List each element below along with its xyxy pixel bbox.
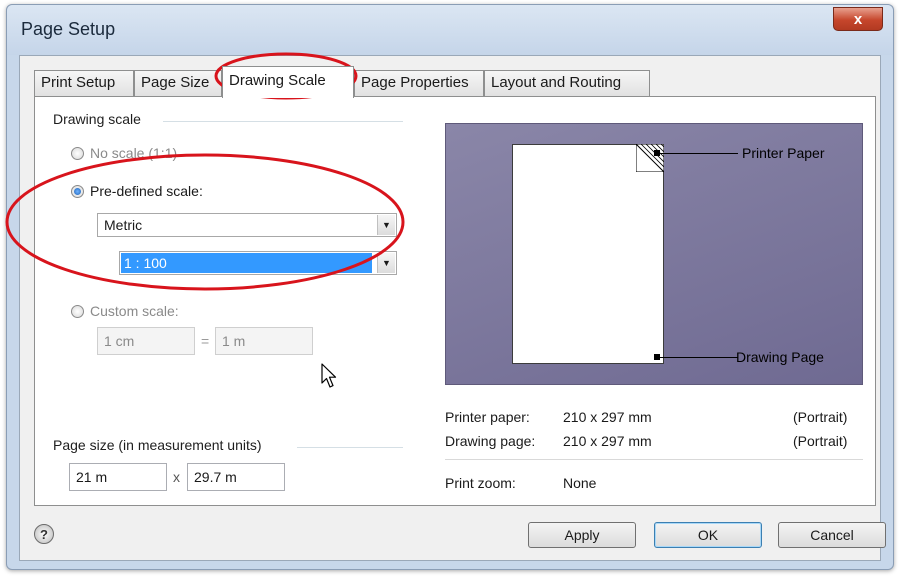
tab-page-size[interactable]: Page Size bbox=[134, 70, 222, 96]
custom-scale-drawing-field[interactable]: 1 m bbox=[215, 327, 313, 355]
custom-scale-page-field[interactable]: 1 cm bbox=[97, 327, 195, 355]
custom-scale-radio[interactable]: Custom scale: bbox=[71, 303, 179, 319]
printer-paper-leader bbox=[660, 153, 738, 154]
close-button[interactable]: x bbox=[833, 7, 883, 31]
printer-paper-orientation: (Portrait) bbox=[793, 409, 848, 425]
page-setup-dialog: Page Setup x Print Setup Page Size Drawi… bbox=[6, 4, 894, 570]
tab-page-properties[interactable]: Page Properties bbox=[354, 70, 484, 96]
drawing-page-value: 210 x 297 mm bbox=[563, 433, 652, 449]
apply-button[interactable]: Apply bbox=[528, 522, 636, 548]
window-title: Page Setup bbox=[21, 19, 116, 39]
page-preview: Printer Paper Drawing Page bbox=[445, 123, 863, 385]
drawing-page-shape bbox=[512, 144, 664, 364]
tab-print-setup[interactable]: Print Setup bbox=[34, 70, 134, 96]
page-height-field[interactable]: 29.7 m bbox=[187, 463, 285, 491]
print-zoom-value: None bbox=[563, 475, 597, 491]
print-zoom-label: Print zoom: bbox=[445, 475, 516, 491]
title-bar: Page Setup x bbox=[7, 5, 893, 55]
help-icon[interactable]: ? bbox=[34, 524, 54, 544]
drawing-scale-group-label: Drawing scale bbox=[53, 111, 141, 127]
dropdown-arrow-icon[interactable]: ▼ bbox=[377, 215, 395, 235]
measurement-system-value: Metric bbox=[104, 217, 143, 233]
group-divider bbox=[163, 121, 403, 122]
tab-layout-and-routing[interactable]: Layout and Routing bbox=[484, 70, 650, 96]
printer-paper-callout: Printer Paper bbox=[742, 145, 825, 161]
group-divider bbox=[297, 447, 403, 448]
drawing-page-callout: Drawing Page bbox=[736, 349, 824, 365]
predefined-scale-label: Pre-defined scale: bbox=[90, 183, 203, 199]
page-size-group-label: Page size (in measurement units) bbox=[53, 437, 262, 453]
dropdown-arrow-icon[interactable]: ▼ bbox=[377, 253, 395, 273]
printer-paper-corner bbox=[636, 144, 664, 172]
mouse-cursor-icon bbox=[321, 363, 337, 388]
info-divider bbox=[445, 459, 863, 460]
no-scale-radio[interactable]: No scale (1:1) bbox=[71, 145, 177, 161]
printer-paper-value: 210 x 297 mm bbox=[563, 409, 652, 425]
times-sign: x bbox=[173, 469, 180, 485]
radio-icon bbox=[71, 304, 84, 318]
dialog-body: Print Setup Page Size Drawing Scale Page… bbox=[19, 55, 886, 561]
no-scale-label: No scale (1:1) bbox=[90, 145, 178, 161]
page-width-field[interactable]: 21 m bbox=[69, 463, 167, 491]
radio-icon bbox=[71, 184, 84, 198]
tab-drawing-scale[interactable]: Drawing Scale bbox=[222, 66, 354, 98]
radio-icon bbox=[71, 146, 84, 160]
cancel-button[interactable]: Cancel bbox=[778, 522, 886, 548]
drawing-page-orientation: (Portrait) bbox=[793, 433, 848, 449]
scale-ratio-select[interactable]: 1 : 100 ▼ bbox=[119, 251, 397, 275]
drawing-page-label: Drawing page: bbox=[445, 433, 536, 449]
custom-scale-label: Custom scale: bbox=[90, 303, 179, 319]
printer-paper-label: Printer paper: bbox=[445, 409, 530, 425]
close-icon: x bbox=[853, 10, 863, 28]
equals-sign: = bbox=[201, 333, 210, 349]
drawing-scale-panel: Drawing scale No scale (1:1) Pre-defined… bbox=[34, 96, 876, 506]
scale-ratio-value: 1 : 100 bbox=[121, 253, 372, 273]
drawing-page-leader bbox=[660, 357, 738, 358]
predefined-scale-radio[interactable]: Pre-defined scale: bbox=[71, 183, 203, 199]
measurement-system-select[interactable]: Metric ▼ bbox=[97, 213, 397, 237]
ok-button[interactable]: OK bbox=[654, 522, 762, 548]
